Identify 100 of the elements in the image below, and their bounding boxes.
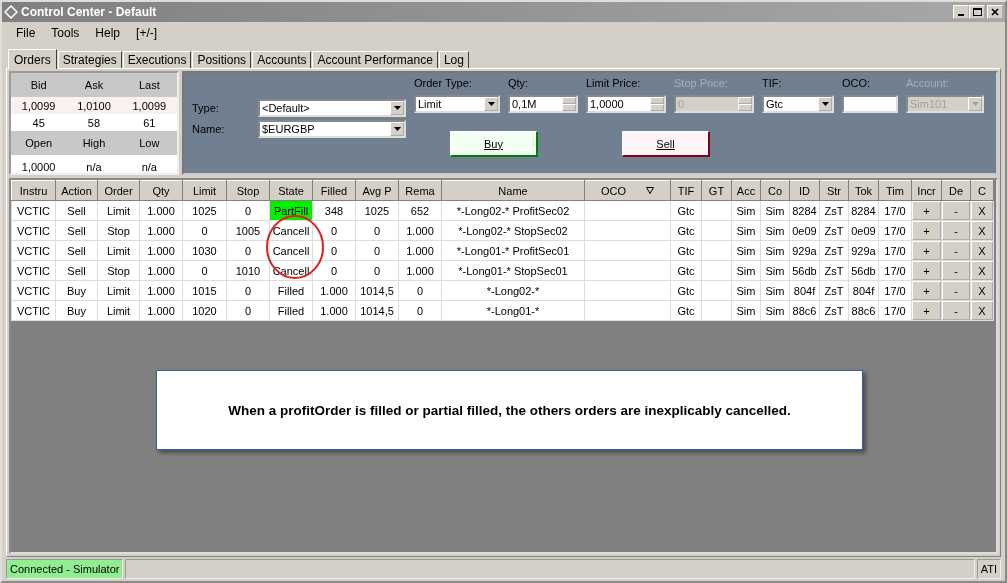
decrease-button[interactable]: - (942, 241, 970, 260)
spinner-field[interactable]: 0,1M (508, 95, 578, 113)
tab[interactable]: Positions (192, 51, 252, 68)
table-cell: 0 (182, 220, 227, 241)
table-cell: Sell (55, 200, 98, 221)
cancel-button[interactable]: X (971, 241, 993, 260)
table-cell: Sell (55, 260, 98, 281)
increase-button[interactable]: + (912, 241, 941, 260)
dropdown-field[interactable]: Limit (414, 95, 500, 113)
table-cell: 1015 (182, 280, 227, 301)
quote-price: 1,0099 (121, 97, 177, 114)
column-header[interactable]: Action (55, 180, 98, 201)
provider-status: ATI (976, 559, 1001, 579)
column-header[interactable]: Rema (398, 180, 442, 201)
menu-item[interactable]: Tools (43, 26, 88, 40)
column-header[interactable]: TIF (670, 180, 702, 201)
column-header[interactable]: Tok (848, 180, 879, 201)
tab[interactable]: Account Performance (312, 51, 438, 68)
cancel-button[interactable]: X (971, 201, 993, 220)
column-header[interactable]: OCO (584, 180, 671, 201)
table-cell: VCTIC (11, 260, 56, 281)
decrease-button[interactable]: - (942, 261, 970, 280)
decrease-button[interactable]: - (942, 301, 970, 320)
name-dropdown[interactable]: $EURGBP (258, 120, 406, 138)
maximize-icon (972, 8, 982, 16)
tab[interactable]: Strategies (57, 51, 122, 68)
increase-button[interactable]: + (912, 261, 941, 280)
menu-item[interactable]: [+/-] (128, 26, 166, 40)
table-cell: Gtc (670, 300, 702, 321)
tab[interactable]: Orders (8, 49, 57, 69)
column-header[interactable]: Co (760, 180, 790, 201)
tab[interactable]: Log (438, 51, 469, 68)
table-cell: 0e09 (789, 220, 820, 241)
menu-item[interactable]: File (8, 26, 44, 40)
minimize-button[interactable] (953, 5, 969, 19)
filter-icon[interactable] (646, 187, 655, 194)
column-header[interactable]: ID (789, 180, 820, 201)
table-cell: 929a (789, 240, 820, 261)
cancel-button[interactable]: X (971, 261, 993, 280)
column-header[interactable]: Str (819, 180, 849, 201)
table-cell: 88c6 (789, 300, 820, 321)
type-dropdown[interactable]: <Default> (258, 99, 406, 117)
table-cell: Limit (97, 280, 140, 301)
column-header[interactable]: GT (701, 180, 732, 201)
column-header[interactable]: Filled (312, 180, 356, 201)
table-cell: 1014,5 (355, 300, 399, 321)
menu-item[interactable]: Help (87, 26, 129, 40)
column-header[interactable]: Limit (182, 180, 227, 201)
column-header[interactable]: Incr (911, 180, 942, 201)
increase-button[interactable]: + (912, 301, 941, 320)
table-cell: Cancell (269, 240, 313, 261)
column-header[interactable]: State (269, 180, 313, 201)
dropdown-field[interactable]: Gtc (762, 95, 834, 113)
cancel-button[interactable]: X (971, 221, 993, 240)
column-header[interactable]: Tim (878, 180, 912, 201)
column-header[interactable]: Acc (731, 180, 761, 201)
cancel-button[interactable]: X (971, 281, 993, 300)
callout-text: When a profitOrder is filled or partial filled, the others orders are inexplicably cancelled. (228, 402, 791, 418)
column-header[interactable]: Order (97, 180, 140, 201)
column-header[interactable]: Avg P (355, 180, 399, 201)
input-field[interactable] (842, 95, 898, 113)
field-label: Qty: (508, 77, 530, 89)
increase-button[interactable]: + (912, 201, 941, 220)
spinner-field[interactable]: 1,0000 (586, 95, 666, 113)
column-header[interactable]: Qty (139, 180, 183, 201)
column-header[interactable]: C (970, 180, 994, 201)
connection-status: Connected - Simulator (6, 559, 124, 579)
decrease-button[interactable]: - (942, 281, 970, 300)
quote-size: 61 (142, 115, 157, 131)
quote-header: High (66, 131, 122, 155)
sell-button[interactable]: Sell (622, 131, 710, 157)
table-cell: Filled (269, 300, 313, 321)
field-label: Name: (192, 122, 226, 137)
column-header[interactable]: De (941, 180, 971, 201)
column-header[interactable]: Name (441, 180, 585, 201)
tab[interactable]: Executions (122, 51, 192, 68)
increase-button[interactable]: + (912, 221, 941, 240)
table-cell: *-Long02-* StopSec02 (441, 220, 585, 241)
tab[interactable]: Accounts (252, 51, 312, 68)
table-cell: Buy (55, 280, 98, 301)
maximize-button[interactable] (969, 5, 985, 19)
table-cell: 8284 (848, 200, 879, 221)
cancel-button[interactable]: X (971, 301, 993, 320)
field-label: Type: (192, 101, 220, 116)
close-button[interactable] (987, 5, 1003, 19)
column-header[interactable]: Stop (226, 180, 270, 201)
quote-value: n/a (140, 160, 158, 175)
buy-button[interactable]: Buy (450, 131, 538, 157)
decrease-button[interactable]: - (942, 221, 970, 240)
quote-size: 58 (86, 115, 102, 131)
column-header[interactable]: Instru (11, 180, 56, 201)
increase-button[interactable]: + (912, 281, 941, 300)
table-cell: VCTIC (11, 240, 56, 261)
table-cell: 0 (226, 200, 270, 221)
table-cell: 1.000 (312, 280, 356, 301)
table-cell: 1025 (182, 200, 227, 221)
table-cell: 56db (789, 260, 820, 281)
table-cell: Sim (760, 220, 790, 241)
table-cell: 17/0 (878, 200, 912, 221)
decrease-button[interactable]: - (942, 201, 970, 220)
